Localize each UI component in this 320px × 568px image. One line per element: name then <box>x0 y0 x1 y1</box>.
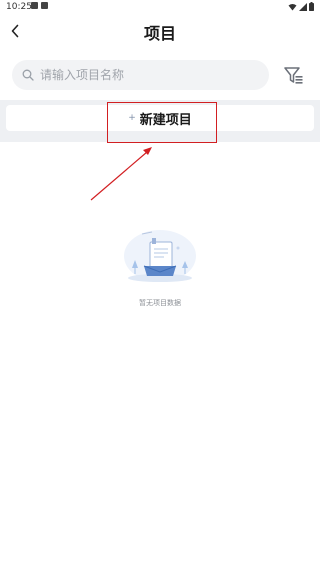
new-project-label: 新建项目 <box>139 112 192 128</box>
search-input[interactable] <box>40 68 250 82</box>
image-notification-icon <box>31 2 38 9</box>
app-notification-icon <box>41 2 48 9</box>
app-bar: 项目 <box>0 14 320 52</box>
notification-icons <box>31 2 48 9</box>
new-project-button[interactable]: + 新建项目 <box>6 105 314 131</box>
new-project-section: + 新建项目 <box>0 100 320 142</box>
filter-button[interactable] <box>284 66 304 86</box>
battery-icon <box>309 2 314 11</box>
status-bar: 10:25 <box>0 0 320 14</box>
signal-icon <box>299 2 307 11</box>
search-row <box>0 60 320 92</box>
plus-icon: + <box>128 113 136 123</box>
status-time: 10:25 <box>6 2 32 12</box>
filter-icon <box>284 67 303 84</box>
page-title: 项目 <box>143 24 176 43</box>
search-box[interactable] <box>12 60 269 90</box>
wifi-icon <box>288 3 297 10</box>
system-icons <box>288 2 314 11</box>
empty-state-text: 暂无项目数据 <box>139 299 181 307</box>
empty-box-illustration <box>120 228 200 288</box>
search-icon <box>22 69 34 81</box>
